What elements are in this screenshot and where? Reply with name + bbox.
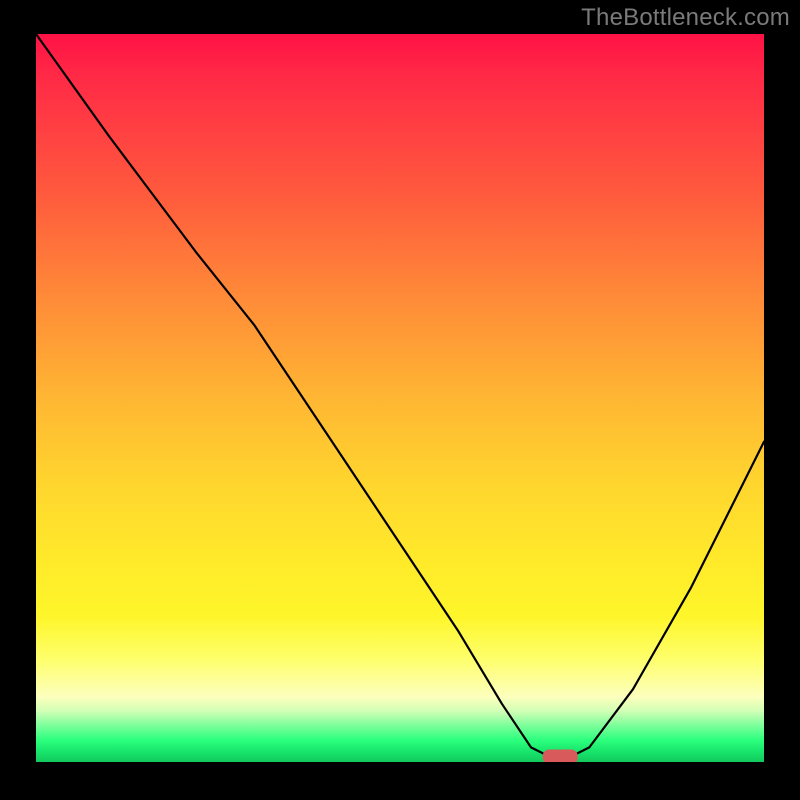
chart-frame: TheBottleneck.com <box>0 0 800 800</box>
plot-gradient-background <box>36 34 764 762</box>
watermark-text: TheBottleneck.com <box>581 4 790 32</box>
